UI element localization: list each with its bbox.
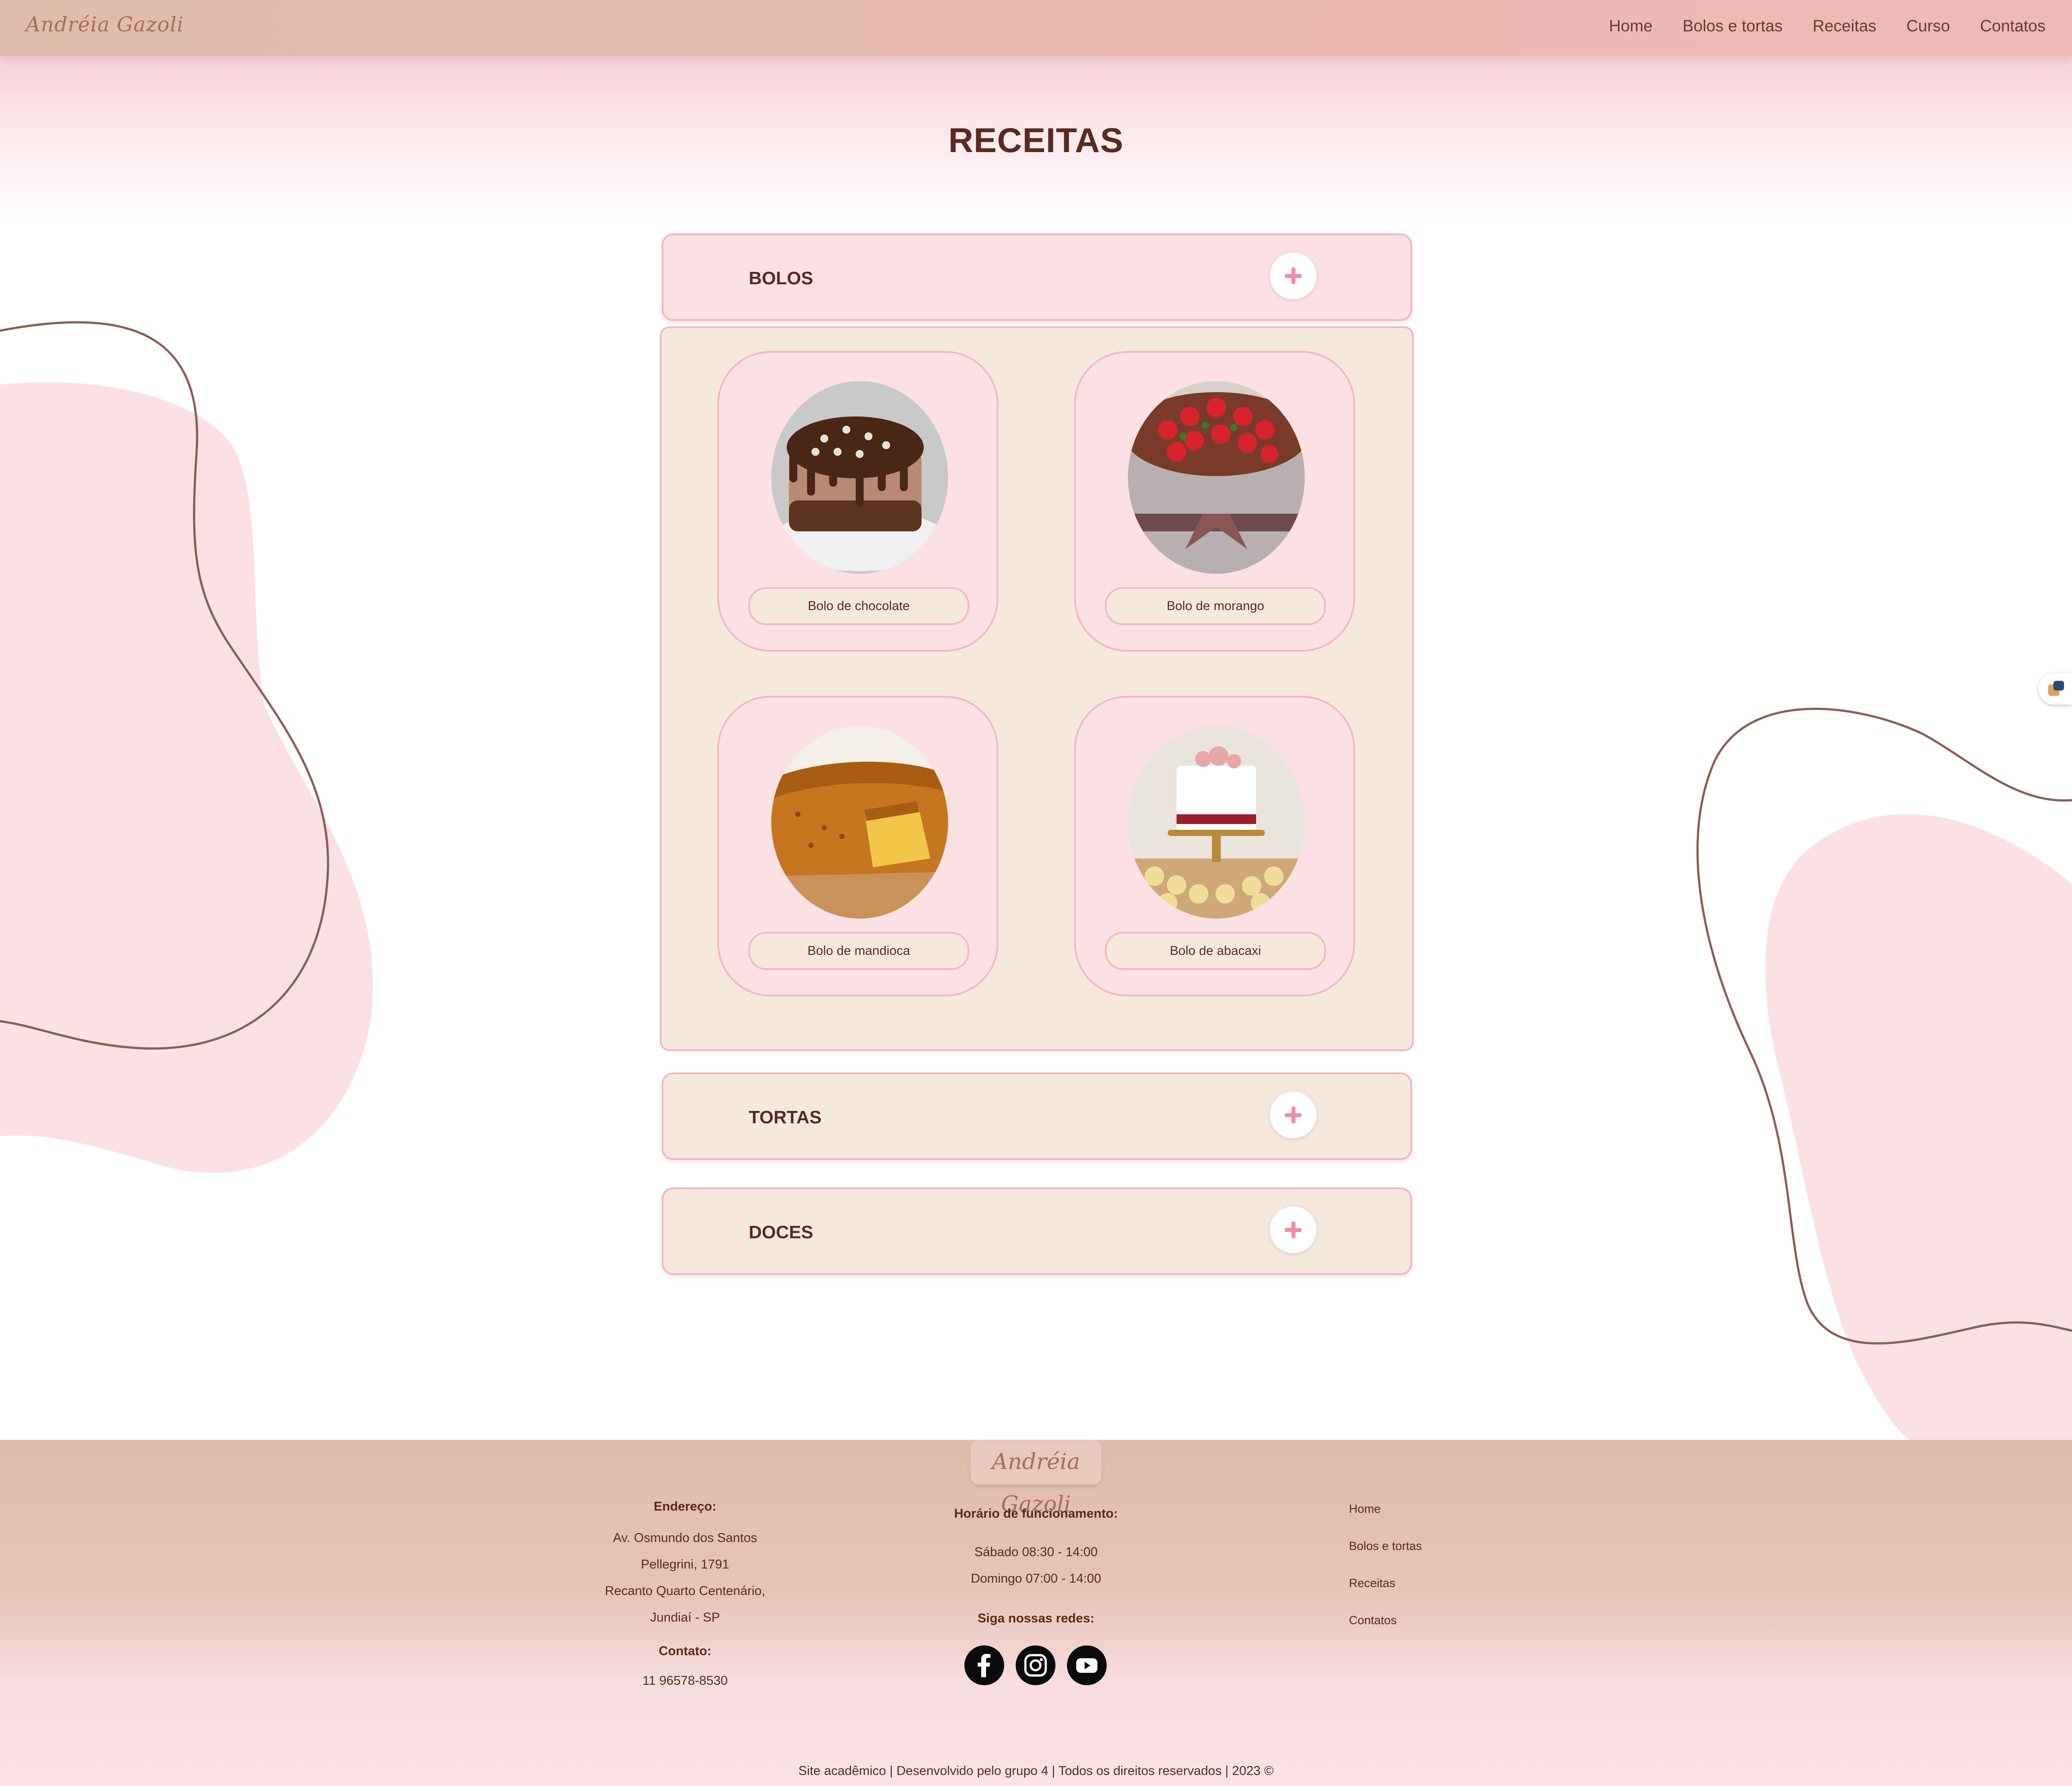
plus-icon[interactable] [1270,1206,1317,1253]
footer-copyright: Site acadêmico | Desenvolvido pelo grupo… [798,1764,1274,1778]
contact-title: Contato: [659,1644,712,1658]
page-title: RECEITAS [948,121,1124,160]
hours-line: Sábado 08:30 - 14:00 [974,1545,1098,1559]
footer-logo[interactable]: Andréia Gazoli [971,1440,1101,1517]
strawberry-cake-image [1128,381,1305,574]
address-line: Recanto Quarto Centenário, [605,1584,766,1598]
address-line: Pellegrini, 1791 [641,1557,729,1572]
accordion-label: DOCES [749,1222,813,1242]
cassava-cake-image [771,726,948,919]
recipe-label[interactable]: Bolo de chocolate [748,587,969,625]
accordion-label: TORTAS [749,1107,822,1127]
recipe-label[interactable]: Bolo de morango [1105,587,1326,625]
top-navbar: Andréia Gazoli Home Bolos e tortas Recei… [0,0,2072,56]
accordion-header-bolos[interactable]: BOLOS [662,233,1412,321]
footer-link-bolos-e-tortas[interactable]: Bolos e tortas [1349,1539,1422,1553]
address-title: Endereço: [654,1500,716,1514]
recipe-label[interactable]: Bolo de mandioca [748,932,969,970]
accordion-header-tortas[interactable]: TORTAS [662,1072,1412,1160]
plus-icon[interactable] [1270,1091,1317,1138]
hours-line: Domingo 07:00 - 14:00 [971,1572,1101,1586]
footer-address: Endereço: Av. Osmundo dos Santos Pellegr… [552,1500,818,1694]
footer-link-receitas[interactable]: Receitas [1349,1576,1395,1590]
chocolate-cake-image [771,381,948,574]
social-title: Siga nossas redes: [977,1611,1095,1626]
footer-link-home[interactable]: Home [1349,1502,1381,1516]
accordion-header-doces[interactable]: DOCES [662,1187,1412,1275]
recipe-card[interactable]: Bolo de mandioca [717,696,998,996]
header-logo[interactable]: Andréia Gazoli [26,12,184,36]
nav-link-receitas[interactable]: Receitas [1813,17,1876,35]
nav-link-curso[interactable]: Curso [1906,17,1950,35]
facebook-icon[interactable] [964,1645,1004,1685]
contact-phone: 11 96578-8530 [642,1674,728,1688]
recipe-card[interactable]: Bolo de morango [1074,351,1355,652]
hours-title: Horário de funcionamento: [954,1507,1118,1521]
pineapple-cake-image [1128,726,1305,919]
accordion-panel-bolos: Bolo de chocolate Bolo de morango Bolo d… [660,326,1414,1051]
recipe-card[interactable]: Bolo de chocolate [717,351,998,652]
accordion-label: BOLOS [749,268,813,288]
youtube-icon[interactable] [1067,1645,1107,1685]
nav-link-bolos-e-tortas[interactable]: Bolos e tortas [1683,17,1783,35]
recipe-label[interactable]: Bolo de abacaxi [1105,932,1326,970]
page-root: Andréia Gazoli Home Bolos e tortas Recei… [0,0,2072,1786]
nav-links: Home Bolos e tortas Receitas Curso Conta… [1609,17,2045,35]
floating-side-widget[interactable] [2038,673,2072,705]
nav-link-home[interactable]: Home [1609,17,1653,35]
footer-hours: Horário de funcionamento: Sábado 08:30 -… [903,1507,1169,1626]
widget-icon [2047,680,2065,698]
footer-link-contatos[interactable]: Contatos [1349,1614,1397,1627]
plus-icon[interactable] [1270,252,1317,299]
address-line: Jundiaí - SP [650,1610,720,1625]
nav-link-contatos[interactable]: Contatos [1980,17,2045,35]
recipe-card[interactable]: Bolo de abacaxi [1074,696,1355,996]
instagram-icon[interactable] [1016,1645,1055,1685]
address-line: Av. Osmundo dos Santos [613,1531,758,1545]
